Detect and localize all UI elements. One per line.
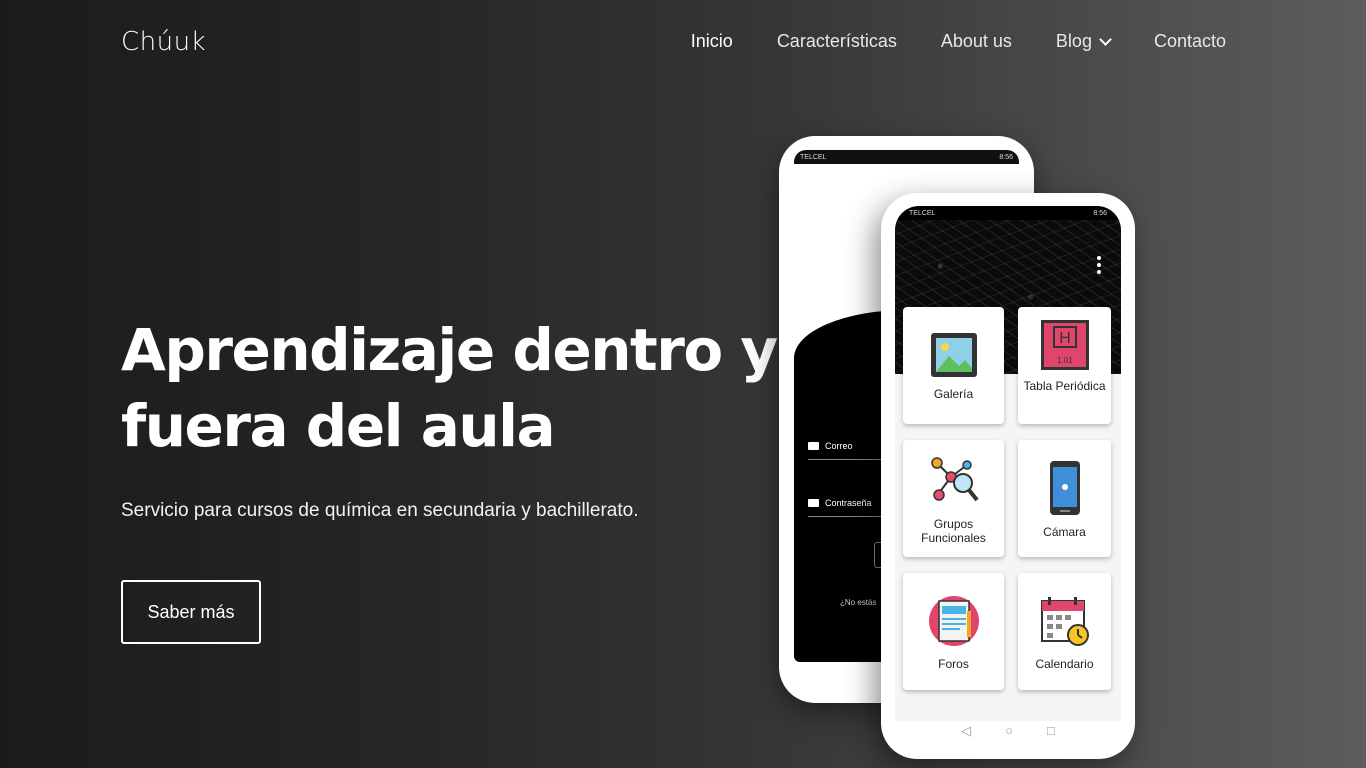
nav-about-us[interactable]: About us [941, 31, 1012, 52]
saber-mas-button[interactable]: Saber más [121, 580, 261, 644]
tile-label: Tabla Periódica [1023, 379, 1106, 393]
tile-label: Cámara [1043, 524, 1086, 539]
more-menu-icon[interactable] [1097, 256, 1101, 274]
tile-tabla-periodica[interactable]: H 1.01 Tabla Periódica [1018, 307, 1111, 424]
phone-camera-icon [1049, 460, 1080, 515]
clock-label: 8:56 [999, 153, 1013, 161]
element-mass: 1.01 [1057, 356, 1073, 365]
clock-label: 8:56 [1093, 209, 1107, 217]
nav-inicio[interactable]: Inicio [691, 31, 733, 52]
hero-title: Aprendizaje dentro y fuera del aula [121, 312, 778, 464]
chevron-down-icon [1099, 33, 1112, 46]
menu-screen: TELCEL 8:56 Galería H 1.01 Tabla Periódi… [895, 206, 1121, 721]
tile-label: Grupos Funcionales [921, 516, 986, 545]
brand-logo[interactable]: Chúuk [121, 27, 206, 57]
tile-camara[interactable]: Cámara [1018, 440, 1111, 557]
tile-label: Calendario [1035, 656, 1094, 671]
calendar-icon [1040, 596, 1089, 646]
status-bar: TELCEL 8:56 [794, 150, 1019, 164]
password-label: Contraseña [825, 498, 872, 508]
periodic-table-icon: H 1.01 [1040, 320, 1089, 370]
tile-galeria[interactable]: Galería [903, 307, 1004, 424]
tile-calendario[interactable]: Calendario [1018, 573, 1111, 690]
molecule-search-icon [930, 456, 979, 501]
forum-icon [928, 595, 979, 646]
mail-icon [808, 442, 819, 450]
hero-title-line2: fuera del aula [121, 392, 556, 460]
status-bar: TELCEL 8:56 [895, 206, 1121, 220]
tile-grupos-funcionales[interactable]: Grupos Funcionales [903, 440, 1004, 557]
phone-mockup-menu: TELCEL 8:56 Galería H 1.01 Tabla Periódi… [881, 193, 1135, 759]
nav-blog[interactable]: Blog [1055, 31, 1112, 52]
signup-link[interactable]: ¿No estás [840, 598, 876, 607]
tile-label: Galería [933, 386, 974, 401]
nav-contacto[interactable]: Contacto [1154, 31, 1226, 52]
tile-label: Foros [938, 656, 969, 671]
back-nav-icon[interactable]: ◁ [961, 723, 971, 739]
lock-icon [808, 499, 819, 507]
hero-subtitle: Servicio para cursos de química en secun… [121, 500, 639, 521]
android-nav-bar: ◁ ○ □ [881, 723, 1135, 739]
gallery-icon [930, 332, 977, 377]
carrier-label: TELCEL [909, 209, 936, 217]
home-nav-icon[interactable]: ○ [1005, 723, 1013, 739]
main-nav: Inicio Características About us Blog Con… [691, 31, 1226, 52]
nav-blog-label: Blog [1055, 31, 1092, 51]
tile-foros[interactable]: Foros [903, 573, 1004, 690]
carrier-label: TELCEL [800, 153, 827, 161]
hero-title-line1: Aprendizaje dentro y [121, 316, 778, 384]
recents-nav-icon[interactable]: □ [1047, 723, 1055, 739]
nav-caracteristicas[interactable]: Características [777, 31, 897, 52]
feature-grid: Galería H 1.01 Tabla Periódica Grupos Fu… [903, 307, 1115, 690]
email-label: Correo [825, 441, 853, 451]
element-symbol: H [1059, 330, 1071, 347]
